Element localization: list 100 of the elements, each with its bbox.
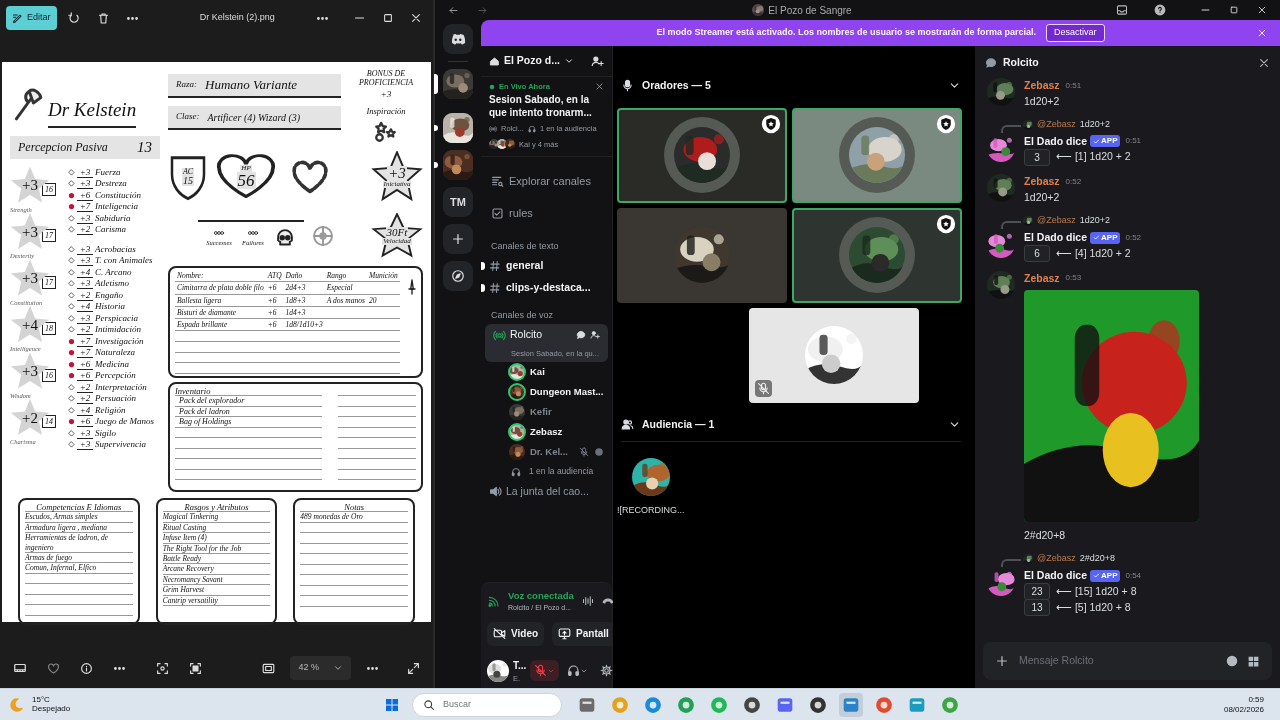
apps-icon[interactable] bbox=[1247, 654, 1260, 668]
close-button[interactable] bbox=[595, 82, 604, 92]
app-tag: APP bbox=[1090, 231, 1121, 244]
video-button[interactable]: Video bbox=[487, 621, 545, 646]
passive-perception-label: Percepcion Pasiva bbox=[18, 139, 108, 157]
zoom-dropdown[interactable]: 42 % bbox=[290, 656, 351, 680]
search-input[interactable]: Buscar bbox=[441, 696, 541, 713]
channel-item[interactable]: rules bbox=[481, 197, 612, 230]
reply-connector bbox=[1001, 559, 1021, 567]
voice-status: Voz conectada bbox=[508, 589, 574, 603]
heart-icon bbox=[47, 661, 60, 675]
noise-suppression-button[interactable] bbox=[581, 595, 594, 608]
invite-button[interactable] bbox=[591, 54, 604, 68]
server-button[interactable] bbox=[443, 69, 473, 99]
discover-button[interactable] bbox=[443, 261, 473, 291]
channel-item[interactable]: clips-y-destaca... bbox=[481, 277, 612, 299]
inventory-item: Pack del explorador bbox=[175, 396, 323, 407]
message-text: 1d20+2 bbox=[1024, 93, 1061, 109]
skill-name: Supervivencia bbox=[95, 439, 146, 451]
speaker-tile[interactable] bbox=[748, 307, 919, 403]
class-value: Artificer (4) Wizard (3) bbox=[207, 110, 301, 125]
roll-detail: ⟵ [15] 1d20 + 8 bbox=[1056, 583, 1137, 599]
audience-member[interactable]: ![RECORDING... bbox=[617, 457, 685, 517]
app-icon[interactable] bbox=[809, 695, 827, 714]
panel-title: Notas bbox=[300, 501, 408, 513]
skill-name: Engaño bbox=[95, 289, 123, 301]
skill-value: +3 bbox=[77, 427, 93, 439]
status-icon bbox=[594, 447, 604, 458]
settings-icon bbox=[600, 664, 614, 678]
skill-name: Religión bbox=[95, 404, 126, 416]
ability-score: 14 bbox=[42, 415, 56, 428]
voice-channel-item[interactable]: La junta del cao... bbox=[481, 481, 612, 503]
close-icon bbox=[1257, 28, 1267, 38]
skill-value: +3 bbox=[77, 278, 93, 290]
skill-name: Perspicacia bbox=[95, 312, 138, 324]
speaker-tile[interactable] bbox=[617, 207, 787, 303]
skill-value: +6 bbox=[77, 416, 93, 428]
reply-mention[interactable]: @Zebasz bbox=[1037, 117, 1076, 132]
author-name[interactable]: Zebasz bbox=[1024, 174, 1060, 190]
app-icon[interactable] bbox=[743, 695, 761, 714]
server-button[interactable] bbox=[443, 113, 473, 143]
check-icon bbox=[1093, 137, 1100, 145]
message-input[interactable]: Mensaje Rolcito bbox=[1017, 652, 1217, 670]
author-name[interactable]: Zebasz bbox=[1024, 270, 1060, 287]
invite-icon bbox=[590, 330, 600, 341]
speaker-tile[interactable] bbox=[792, 107, 962, 203]
skill-value: +3 bbox=[77, 439, 93, 451]
roll-detail: ⟵ [1] 1d20 + 2 bbox=[1056, 149, 1131, 165]
fit-icon bbox=[262, 661, 276, 675]
voice-member[interactable]: Zebasz bbox=[481, 422, 612, 443]
category-label[interactable]: Canales de texto bbox=[481, 229, 612, 256]
author-name[interactable]: El Dado dice bbox=[1024, 568, 1087, 584]
author-name[interactable]: El Dado dice bbox=[1024, 229, 1087, 246]
screen-share-button[interactable]: Pantall bbox=[552, 621, 615, 646]
ability-score: 16 bbox=[42, 368, 56, 382]
reply-text: 1d20+2 bbox=[1079, 117, 1110, 131]
edit-button[interactable]: Editar bbox=[6, 6, 57, 30]
roll-total: 3 bbox=[1024, 148, 1050, 166]
channel-item[interactable]: general bbox=[481, 255, 612, 277]
speaker-tile[interactable] bbox=[792, 207, 962, 303]
voice-member[interactable]: Dungeon Mast... bbox=[481, 382, 612, 403]
voice-member[interactable]: Kai bbox=[481, 362, 612, 383]
voice-member[interactable]: Kefir bbox=[481, 402, 612, 423]
home-button[interactable] bbox=[443, 24, 473, 54]
mute-button[interactable] bbox=[530, 660, 560, 682]
speaker-tile[interactable] bbox=[617, 107, 787, 203]
people-icon bbox=[621, 418, 634, 432]
message-field[interactable]: Mensaje Rolcito bbox=[983, 642, 1272, 680]
camera-off-icon bbox=[493, 627, 506, 641]
skill-value: +7 bbox=[77, 335, 93, 347]
race-label: Raza: bbox=[176, 78, 197, 92]
skill-name: Destreza bbox=[95, 178, 127, 190]
window-title: Dr Kelstein (2).png bbox=[199, 11, 275, 25]
skill-value: +3 bbox=[77, 255, 93, 267]
armor-class-label: AC bbox=[181, 167, 195, 176]
adduser-icon bbox=[591, 54, 604, 68]
author-name[interactable]: Zebasz bbox=[1024, 78, 1060, 94]
add-server-button[interactable] bbox=[443, 224, 473, 254]
close-icon bbox=[1258, 57, 1270, 69]
search-field[interactable]: Buscar bbox=[412, 692, 562, 717]
server-button[interactable] bbox=[443, 150, 473, 180]
author-name[interactable]: El Dado dice bbox=[1024, 133, 1087, 150]
proficiency-label: BONUS DE PROFICIENCIA bbox=[357, 70, 415, 88]
server-name-dropdown[interactable]: El Pozo d... bbox=[504, 53, 574, 69]
roll-total: 23 bbox=[1024, 583, 1050, 601]
browse-channels-item[interactable]: Explorar canales bbox=[481, 164, 612, 198]
reply-mention[interactable]: @Zebasz bbox=[1037, 214, 1076, 228]
deactivate-button[interactable]: Desactivar bbox=[1046, 24, 1105, 42]
reply-mention[interactable]: @Zebasz bbox=[1037, 552, 1076, 566]
voice-member[interactable]: Dr. Kel... bbox=[481, 442, 612, 463]
close-button[interactable] bbox=[1258, 57, 1270, 69]
server-button[interactable]: TM bbox=[443, 187, 473, 217]
headphones-icon bbox=[511, 466, 521, 477]
weather-condition: Despejado bbox=[32, 704, 71, 714]
chat-title: Rolcito bbox=[1003, 55, 1039, 71]
checkbox-icon bbox=[491, 207, 504, 220]
category-label[interactable]: Canales de voz bbox=[481, 298, 612, 325]
attach-icon[interactable] bbox=[995, 654, 1009, 668]
reply-connector bbox=[1001, 220, 1021, 229]
maximize-icon bbox=[1229, 5, 1239, 15]
